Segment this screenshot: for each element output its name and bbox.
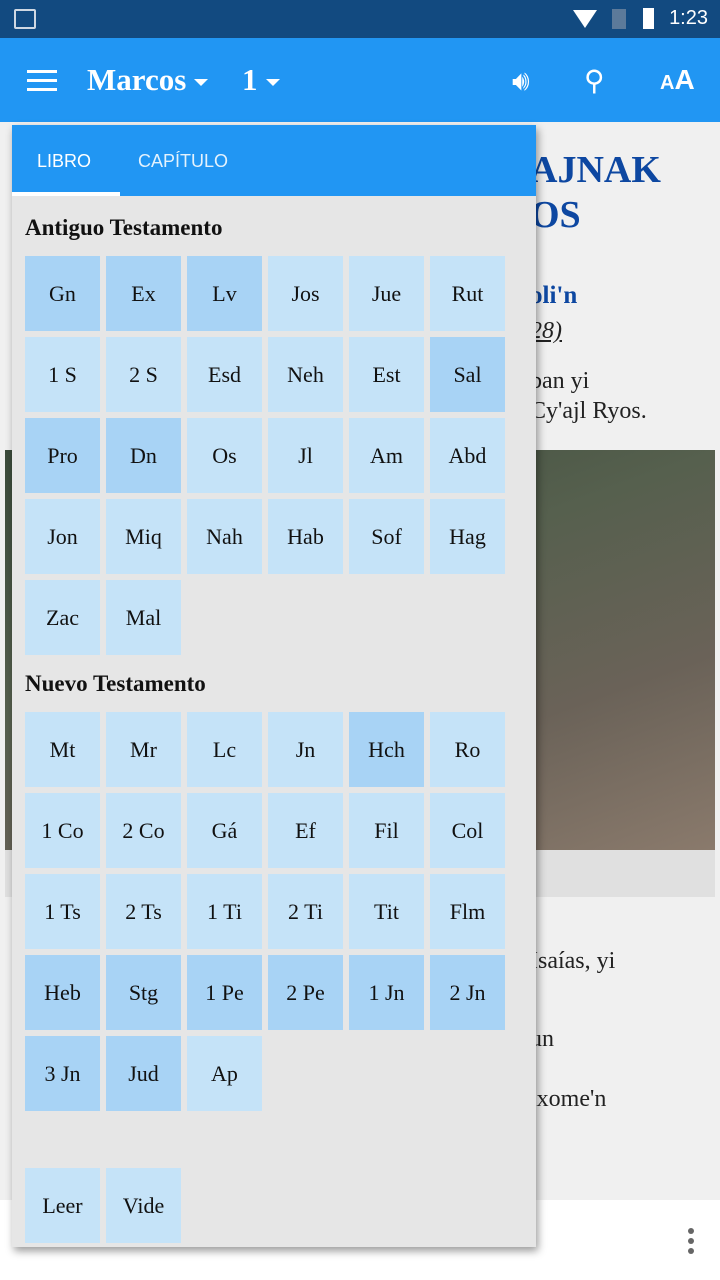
book-tile[interactable]: Col <box>430 793 505 868</box>
book-tile[interactable]: Est <box>349 337 424 412</box>
book-tile[interactable]: Vide <box>106 1168 181 1243</box>
dropdown-icon <box>265 79 280 87</box>
book-tile[interactable]: Jn <box>268 712 343 787</box>
tab-capitulo[interactable]: CAPÍTULO <box>138 151 228 172</box>
book-tile[interactable]: Sal <box>430 337 505 412</box>
book-tile[interactable]: Nah <box>187 499 262 574</box>
book-selector[interactable]: Marcos <box>87 62 209 98</box>
image-notification-icon <box>14 9 36 29</box>
verse-text: Cy'ajl Ryos. <box>530 398 647 424</box>
book-tile[interactable]: Mt <box>25 712 100 787</box>
extra-grid: Leer Vide <box>25 1168 505 1243</box>
wifi-icon <box>573 10 597 28</box>
book-tile[interactable]: Am <box>349 418 424 493</box>
tab-libro[interactable]: LIBRO <box>37 151 91 172</box>
book-tile[interactable]: 1 Ti <box>187 874 262 949</box>
book-tile[interactable]: Lv <box>187 256 262 331</box>
book-tile[interactable]: Esd <box>187 337 262 412</box>
old-testament-heading: Antiguo Testamento <box>25 215 223 240</box>
book-tile[interactable]: Jud <box>106 1036 181 1111</box>
status-bar: 1:23 <box>0 0 720 38</box>
book-tile[interactable]: Gn <box>25 256 100 331</box>
volume-icon[interactable]: 🔊︎ <box>512 64 530 98</box>
book-tile[interactable]: Jos <box>268 256 343 331</box>
book-tile[interactable]: Hch <box>349 712 424 787</box>
book-tile[interactable]: Miq <box>106 499 181 574</box>
book-tile[interactable]: 2 Pe <box>268 955 343 1030</box>
new-testament-heading: Nuevo Testamento <box>25 671 206 696</box>
verse-text: ixome'n <box>530 1086 607 1112</box>
verse-text: ban yi <box>530 368 590 394</box>
book-tile[interactable]: Ap <box>187 1036 262 1111</box>
book-tile[interactable]: 3 Jn <box>25 1036 100 1111</box>
book-tile[interactable]: Ro <box>430 712 505 787</box>
book-tile[interactable]: 1 Pe <box>187 955 262 1030</box>
no-sim-icon <box>612 9 626 29</box>
book-tile[interactable]: Hag <box>430 499 505 574</box>
book-tile[interactable]: 2 S <box>106 337 181 412</box>
book-tile[interactable]: Ef <box>268 793 343 868</box>
book-tile[interactable]: 2 Ts <box>106 874 181 949</box>
book-tile[interactable]: Hab <box>268 499 343 574</box>
book-tile[interactable]: Os <box>187 418 262 493</box>
book-tile[interactable]: Ex <box>106 256 181 331</box>
book-tile[interactable]: 1 Ts <box>25 874 100 949</box>
book-tile[interactable]: Mr <box>106 712 181 787</box>
book-tile[interactable]: Mal <box>106 580 181 655</box>
app-bar: Marcos 1 🔊︎ ⚲ AA <box>0 38 720 122</box>
book-tile[interactable]: Zac <box>25 580 100 655</box>
book-tile[interactable]: Leer <box>25 1168 100 1243</box>
menu-icon[interactable] <box>27 70 57 97</box>
tab-bar: LIBRO CAPÍTULO <box>12 125 536 196</box>
book-tile[interactable]: Heb <box>25 955 100 1030</box>
book-tile[interactable]: Lc <box>187 712 262 787</box>
book-tile[interactable]: Jon <box>25 499 100 574</box>
book-tile[interactable]: Sof <box>349 499 424 574</box>
book-picker-panel: LIBRO CAPÍTULO Antiguo Testamento Gn Ex Lv… <box>12 125 536 1247</box>
book-tile[interactable]: Tit <box>349 874 424 949</box>
chapter-heading: OS <box>530 194 581 236</box>
book-tile[interactable]: 1 S <box>25 337 100 412</box>
tab-indicator <box>12 192 120 196</box>
book-tile[interactable]: 1 Co <box>25 793 100 868</box>
book-tile[interactable]: Flm <box>430 874 505 949</box>
more-options-icon[interactable] <box>688 1228 694 1258</box>
book-tile[interactable]: 2 Co <box>106 793 181 868</box>
book-tile[interactable]: Neh <box>268 337 343 412</box>
battery-icon <box>643 8 654 29</box>
verse-text: Isaías, yi <box>530 948 616 974</box>
book-tile[interactable]: Pro <box>25 418 100 493</box>
search-icon[interactable]: ⚲ <box>584 64 605 97</box>
book-tile[interactable]: Jl <box>268 418 343 493</box>
book-tile[interactable]: Jue <box>349 256 424 331</box>
chapter-selector[interactable]: 1 <box>242 62 280 98</box>
text-size-icon[interactable]: AA <box>660 64 695 96</box>
book-tile[interactable]: 2 Ti <box>268 874 343 949</box>
section-heading: oli'n <box>530 282 578 309</box>
chapter-heading: AJNAK <box>530 149 661 191</box>
book-tile[interactable]: 2 Jn <box>430 955 505 1030</box>
book-tile[interactable]: Dn <box>106 418 181 493</box>
dropdown-icon <box>194 79 209 87</box>
book-tile[interactable]: Fil <box>349 793 424 868</box>
new-testament-grid: Mt Mr Lc Jn Hch Ro 1 Co 2 Co Gá Ef Fil Col 1 Ts 2 Ts 1… <box>25 712 505 1111</box>
book-tile[interactable]: Stg <box>106 955 181 1030</box>
book-tile[interactable]: Abd <box>430 418 505 493</box>
clock: 1:23 <box>669 7 708 29</box>
chapter-number: 1 <box>242 62 258 97</box>
book-tile[interactable]: 1 Jn <box>349 955 424 1030</box>
book-tile[interactable]: Rut <box>430 256 505 331</box>
book-name: Marcos <box>87 62 187 97</box>
book-tile[interactable]: Gá <box>187 793 262 868</box>
old-testament-grid: Gn Ex Lv Jos Jue Rut 1 S2 S Esd Neh Est Sal Pro Dn Os… <box>25 256 505 655</box>
